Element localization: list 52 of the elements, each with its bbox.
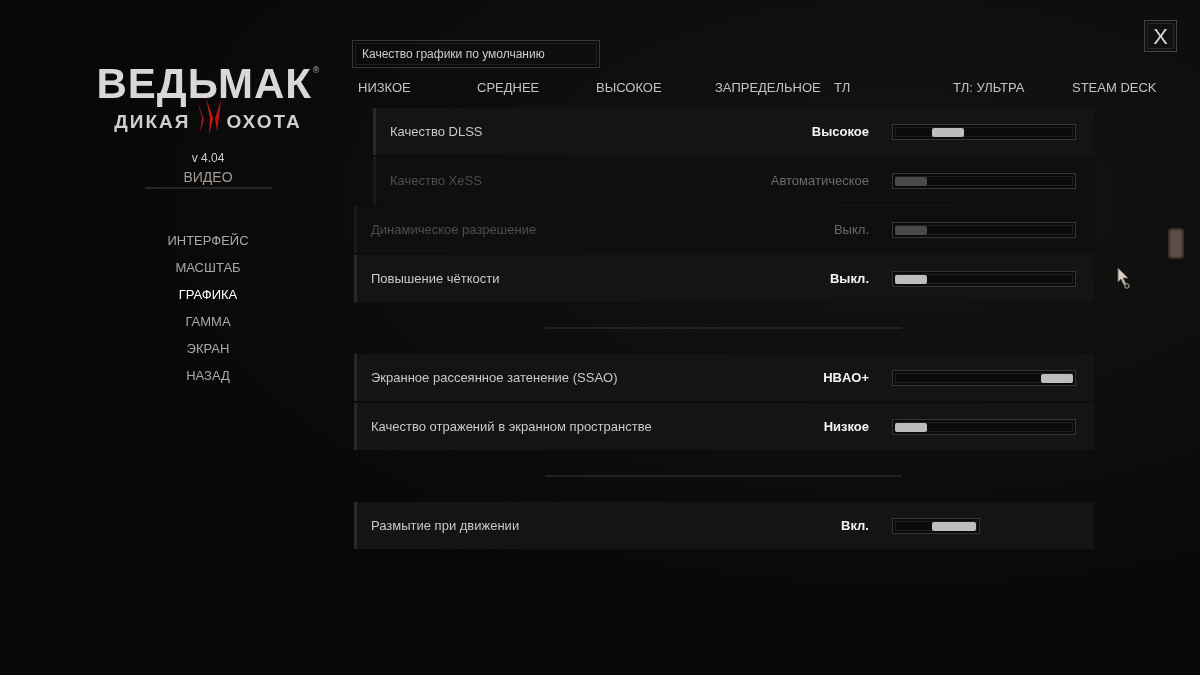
preset-option[interactable]: ТЛ: УЛЬТРА [953, 78, 1025, 98]
close-button[interactable]: X [1144, 20, 1177, 52]
toggle-thumb[interactable] [932, 521, 976, 531]
slider-track[interactable] [892, 369, 1076, 386]
scrollbar-thumb[interactable] [1168, 228, 1184, 259]
version-label: v 4.04 [191, 150, 225, 165]
menu-item[interactable]: ЭКРАН [186, 340, 230, 357]
preset-option[interactable]: НИЗКОЕ [358, 78, 411, 98]
slider-thumb[interactable] [931, 127, 964, 137]
setting-value: Выкл. [829, 269, 869, 288]
preset-option[interactable]: СРЕДНЕЕ [477, 78, 540, 98]
setting-value: Высокое [811, 122, 869, 141]
cursor-icon [1117, 267, 1131, 289]
setting-value: HBAO+ [823, 368, 869, 387]
settings-row[interactable]: Размытие при движении Вкл. [354, 502, 1094, 549]
preset-option[interactable]: STEAM DECK [1072, 78, 1157, 98]
slider-thumb[interactable] [895, 422, 927, 432]
section-title: ВИДЕО [144, 168, 272, 189]
menu-item[interactable]: ИНТЕРФЕЙС [167, 232, 249, 249]
settings-row[interactable]: Качество DLSS Высокое [373, 108, 1094, 155]
slider-track[interactable] [892, 418, 1076, 435]
logo-subtitle: ДИКАЯ [114, 110, 191, 134]
slider-thumb[interactable] [1041, 373, 1073, 383]
setting-label: Повышение чёткости [371, 269, 501, 288]
preset-option[interactable]: ЗАПРЕДЕЛЬНОЕ [715, 78, 821, 98]
toggle-track[interactable] [892, 517, 980, 534]
preset-option[interactable]: ВЫСОКОЕ [596, 78, 662, 98]
menu-item[interactable]: ГАММА [185, 313, 231, 330]
slider-thumb[interactable] [895, 274, 927, 284]
slider-track[interactable] [892, 123, 1076, 140]
setting-label: Качество отражений в экранном пространстве [371, 417, 653, 436]
setting-value: Низкое [823, 417, 869, 436]
setting-value: Вкл. [841, 516, 869, 535]
setting-value: Автоматическое [770, 171, 869, 190]
setting-label: Качество XeSS [390, 171, 483, 190]
menu-item[interactable]: МАСШТАБ [175, 259, 241, 276]
menu-item[interactable]: НАЗАД [186, 367, 230, 384]
setting-value: Выкл. [833, 220, 869, 239]
setting-label: Качество DLSS [390, 122, 484, 141]
logo-subtitle: ОХОТА [226, 110, 302, 134]
slider-track[interactable] [892, 270, 1076, 287]
settings-row[interactable]: Качество отражений в экранном пространстве Низкое [354, 403, 1094, 450]
setting-label: Динамическое разрешение [371, 220, 538, 239]
setting-label: Экранное рассеянное затенение (SSAO) [371, 368, 619, 387]
preset-field[interactable]: Качество графики по умолчанию [352, 40, 600, 68]
preset-option[interactable]: ТЛ [834, 78, 851, 98]
settings-row[interactable]: Экранное рассеянное затенение (SSAO) HBAO+ [354, 354, 1094, 401]
setting-label: Размытие при движении [371, 516, 521, 535]
registered-mark: ® [312, 64, 320, 77]
settings-row[interactable]: Повышение чёткости Выкл. [354, 255, 1094, 302]
menu-item[interactable]: ГРАФИКА [178, 286, 238, 303]
logo-title: ВЕДЬМАК [96, 60, 312, 108]
